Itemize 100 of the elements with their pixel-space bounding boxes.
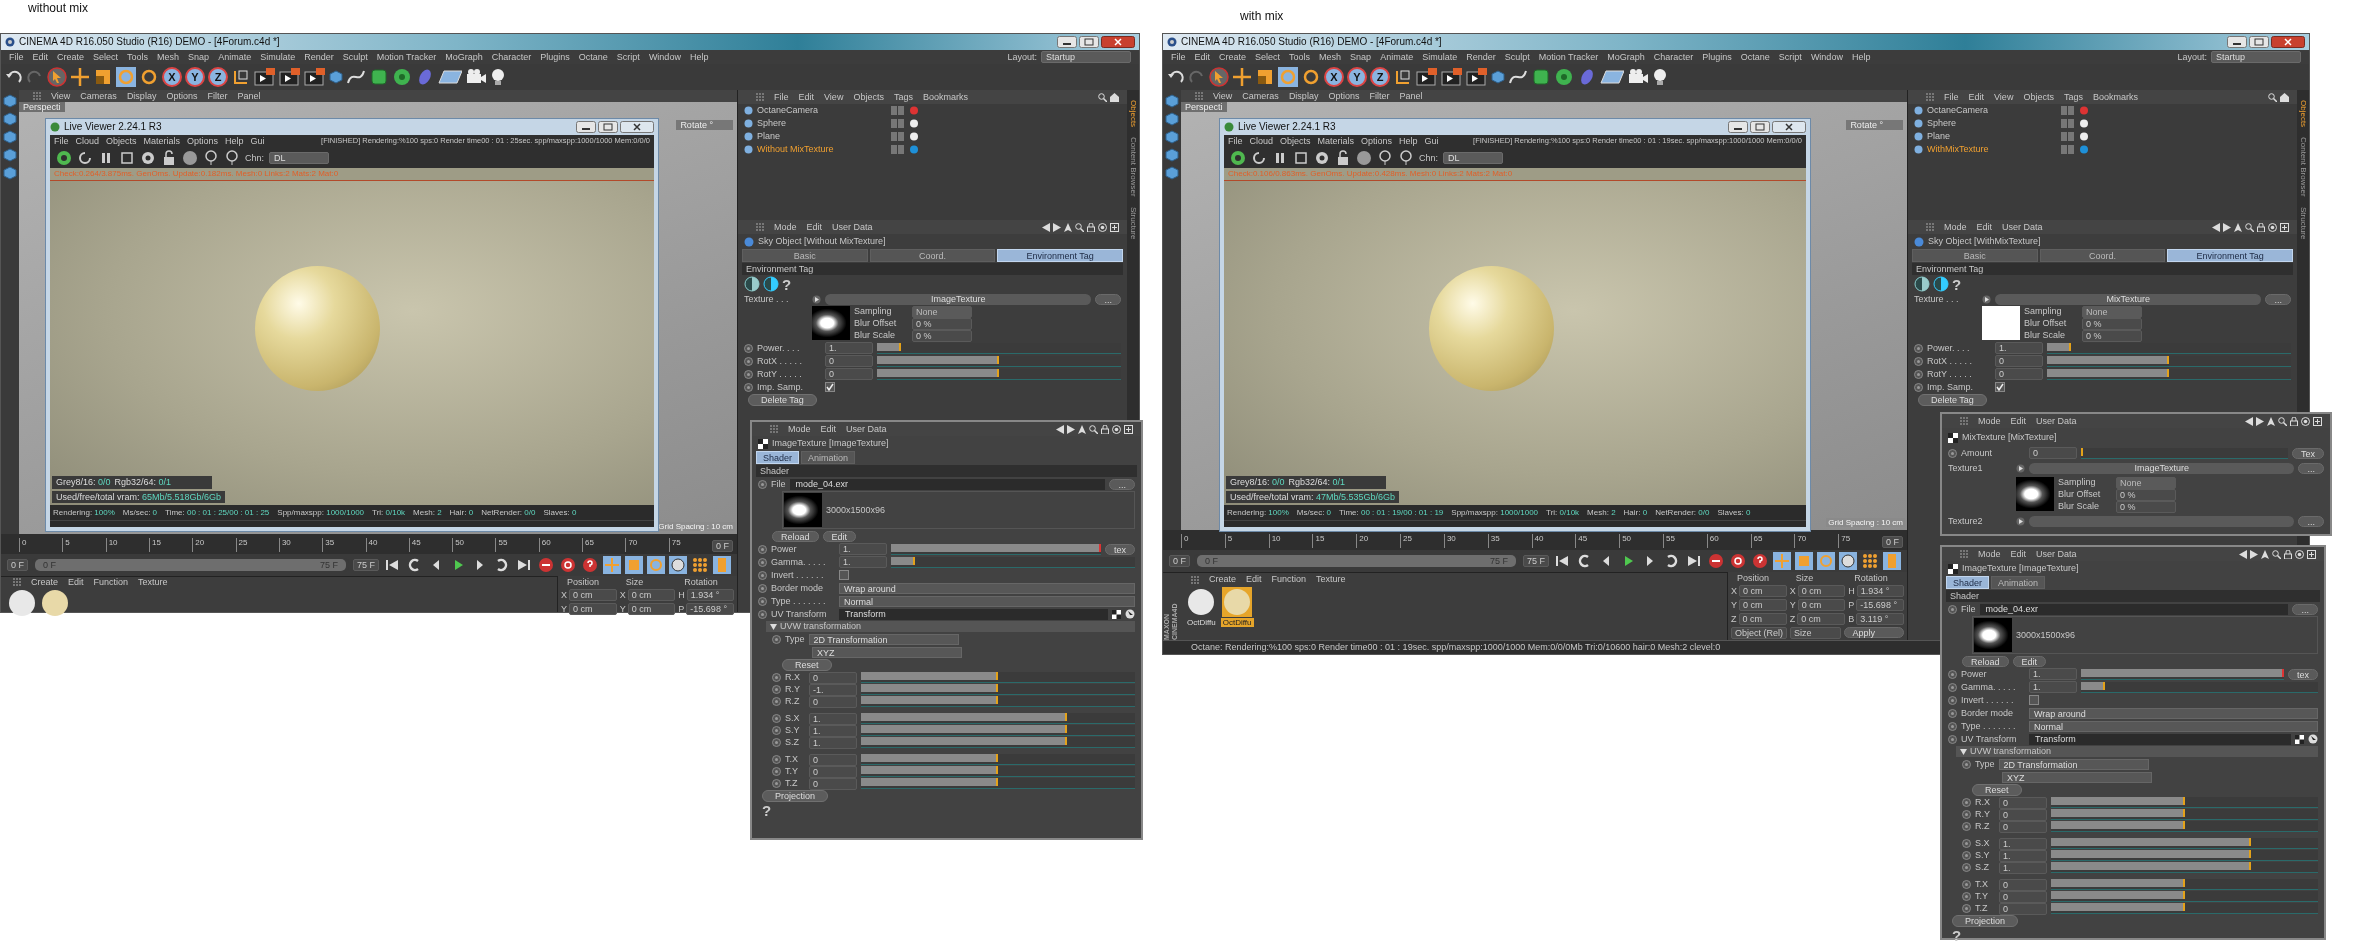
menu-item[interactable]: File <box>1228 136 1243 147</box>
texture-link-field[interactable]: ImageTexture <box>825 293 1092 305</box>
menu-item[interactable]: Filter <box>1369 90 1390 102</box>
menu-item[interactable]: Plugins <box>1702 51 1732 63</box>
menu-item[interactable]: Help <box>689 51 709 63</box>
link-field[interactable]: Transform <box>2029 733 2291 745</box>
dropdown-field[interactable]: XYZ <box>2002 771 2152 783</box>
value-field[interactable]: 1. <box>839 556 887 568</box>
axis-toggle[interactable]: Y <box>185 67 205 87</box>
menu-item[interactable]: Edit <box>798 91 815 103</box>
timeline-ruler[interactable]: 0 5 10 15 20 25 30 35 40 45 50 55 60 65 70 75 0 F <box>1 534 737 554</box>
menu-item[interactable]: Simulate <box>260 51 296 63</box>
dropdown-field[interactable]: XYZ <box>812 646 962 658</box>
side-tab[interactable]: Content Browser <box>2298 137 2308 197</box>
menu-item[interactable]: Mesh <box>1319 51 1342 63</box>
coordinate-field[interactable]: 3.119 ° <box>1856 613 1904 626</box>
menu-item[interactable]: File <box>1944 91 1959 103</box>
object-row[interactable]: Plane <box>1908 130 2297 143</box>
menu-item[interactable]: Cloud <box>75 136 100 147</box>
menu-item[interactable]: Snap <box>1350 51 1372 63</box>
menu-item[interactable]: Help <box>1851 51 1871 63</box>
tab[interactable]: Coord. <box>869 249 996 262</box>
menu-item[interactable]: Tools <box>127 51 149 63</box>
coordinate-field[interactable]: 1.934 ° <box>1856 585 1904 598</box>
menu-item[interactable]: Texture <box>1316 574 1346 585</box>
menu-item[interactable]: Edit <box>1246 574 1262 585</box>
menu-item[interactable]: Create <box>1209 574 1236 585</box>
dropdown-field[interactable]: 2D Transformation <box>1998 758 2149 770</box>
coordinate-field[interactable]: 0 cm <box>569 603 617 616</box>
tab[interactable]: Environment Tag <box>2167 249 2293 262</box>
menu-item[interactable]: User Data <box>2036 548 2077 560</box>
help-icon[interactable]: ? <box>1952 276 1962 292</box>
coordinate-field[interactable]: 0 cm <box>1739 599 1787 612</box>
axis-toggle[interactable]: Z <box>208 67 228 87</box>
menu-item[interactable]: Edit <box>820 423 837 435</box>
menu-item[interactable]: Tools <box>1289 51 1311 63</box>
menu-item[interactable]: File <box>9 51 24 63</box>
menu-item[interactable]: Mode <box>1978 415 2001 427</box>
timeline-ruler[interactable]: 0 5 10 15 20 25 30 35 40 45 50 55 60 65 70 75 0 F <box>1163 530 1907 550</box>
menu-item[interactable]: Edit <box>2010 415 2027 427</box>
coordinate-field[interactable]: 1.934 ° <box>686 589 734 602</box>
menu-item[interactable]: Function <box>1271 574 1307 585</box>
menu-item[interactable]: View <box>824 91 844 103</box>
axis-toggle[interactable]: Z <box>1370 67 1390 87</box>
menu-item[interactable]: Character <box>1653 51 1694 63</box>
sampling-dropdown[interactable]: None <box>2082 305 2142 318</box>
menu-item[interactable]: Options <box>1328 90 1360 102</box>
object-row[interactable]: WithMixTexture <box>1908 143 2297 156</box>
menu-item[interactable]: File <box>54 136 69 147</box>
menu-item[interactable]: Render <box>1466 51 1496 63</box>
tab[interactable]: Shader <box>1946 576 1990 589</box>
menu-item[interactable]: Mode <box>774 221 797 233</box>
value-field[interactable]: 0 <box>825 368 873 380</box>
menu-item[interactable]: Window <box>1810 51 1843 63</box>
projection-button[interactable]: Projection <box>1952 915 2019 927</box>
menu-item[interactable]: Function <box>93 577 129 588</box>
coordinate-field[interactable]: -15.698 ° <box>1856 599 1904 612</box>
menu-item[interactable]: Objects <box>853 91 884 103</box>
menu-item[interactable]: User Data <box>2002 221 2043 233</box>
axis-toggle[interactable]: Y <box>1347 67 1367 87</box>
menu-item[interactable]: Materials <box>1317 136 1355 147</box>
mode-dropdown[interactable]: Size <box>1790 627 1841 640</box>
coordinate-field[interactable]: 0 cm <box>627 589 676 602</box>
object-row[interactable]: Without MixTexture <box>738 143 1127 156</box>
axis-toggle[interactable]: X <box>1324 67 1344 87</box>
channel-dropdown[interactable]: DL <box>269 151 329 165</box>
projection-button[interactable]: Projection <box>762 790 829 802</box>
action-button[interactable]: Edit <box>822 530 857 542</box>
coordinate-field[interactable]: 0 cm <box>1797 599 1846 612</box>
value-field[interactable]: 0 <box>1999 796 2047 809</box>
action-button[interactable]: Reload <box>772 530 819 542</box>
menu-item[interactable]: View <box>1994 91 2014 103</box>
frame-field[interactable]: 75 F <box>353 559 379 571</box>
tab[interactable]: Animation <box>801 451 856 464</box>
coordinate-field[interactable]: -15.698 ° <box>686 603 734 616</box>
value-field[interactable]: 0 <box>1999 878 2047 891</box>
coordinate-field[interactable]: 0 cm <box>1738 613 1787 626</box>
tab[interactable]: Environment Tag <box>997 249 1123 262</box>
menu-item[interactable]: Options <box>166 90 198 102</box>
sampling-dropdown[interactable]: None <box>2116 476 2176 489</box>
browse-button[interactable]: ... <box>2292 603 2318 615</box>
menu-item[interactable]: Cloud <box>1249 136 1274 147</box>
side-tab[interactable]: Objects <box>1128 100 1138 128</box>
menu-item[interactable]: Objects <box>106 136 137 147</box>
menu-item[interactable]: Cameras <box>80 90 117 102</box>
menu-item[interactable]: Snap <box>188 51 210 63</box>
value-field[interactable]: 1. <box>1995 342 2043 354</box>
axis-toggle[interactable]: X <box>162 67 182 87</box>
reset-button[interactable]: Reset <box>1972 784 2022 796</box>
object-row[interactable]: Sphere <box>1908 117 2297 130</box>
menu-item[interactable]: Animate <box>1380 51 1414 63</box>
delete-tag-button[interactable]: Delete Tag <box>1918 394 1987 406</box>
menu-item[interactable]: Create <box>1219 51 1247 63</box>
menu-item[interactable]: Edit <box>32 51 49 63</box>
menu-item[interactable]: Mode <box>1978 548 2001 560</box>
coordinate-field[interactable]: 0 cm <box>1797 613 1846 626</box>
reset-button[interactable]: Reset <box>782 659 832 671</box>
menu-item[interactable]: View <box>51 90 71 102</box>
layout-dropdown[interactable]: Startup <box>1041 50 1131 64</box>
menu-item[interactable]: File <box>1171 51 1186 63</box>
